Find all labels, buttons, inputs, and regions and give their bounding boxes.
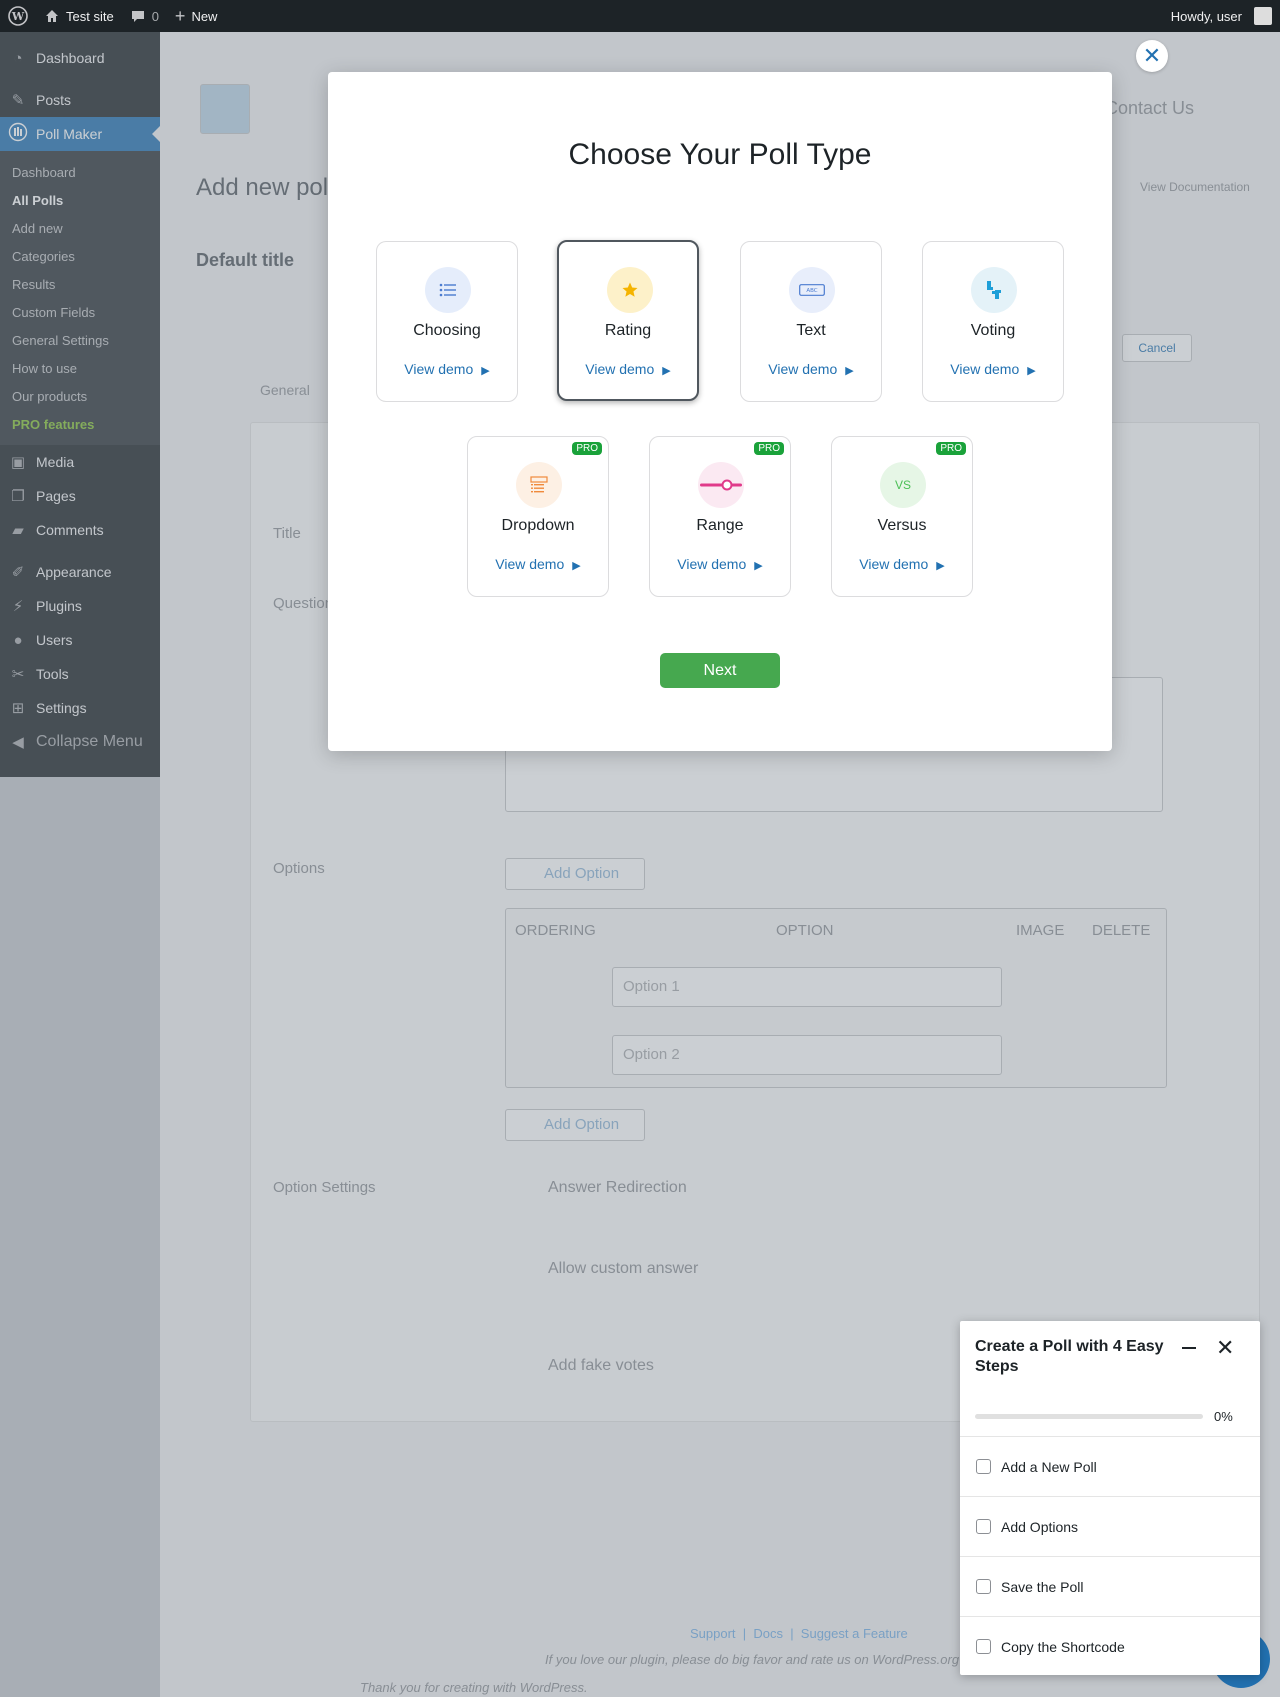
step-label: Add a New Poll — [1001, 1458, 1097, 1475]
poll-type-dropdown[interactable]: PRO Dropdown View demo ▶ — [467, 436, 609, 597]
poll-type-voting[interactable]: Voting View demo ▶ — [922, 241, 1064, 402]
new-content-link[interactable]: + New — [167, 0, 226, 32]
onboarding-steps-panel: Create a Poll with 4 Easy Steps ✕ 0% Add… — [960, 1321, 1260, 1675]
view-demo-label: View demo — [950, 361, 1020, 377]
comment-bubble-icon — [131, 11, 144, 22]
close-icon[interactable]: ✕ — [1216, 1335, 1234, 1361]
step-checkbox[interactable] — [976, 1519, 991, 1534]
site-name: Test site — [66, 8, 114, 24]
wordpress-logo-icon[interactable]: W — [0, 0, 36, 32]
progress-percent: 0% — [1214, 1409, 1233, 1424]
card-name: Dropdown — [501, 517, 575, 534]
view-demo-label: View demo — [677, 556, 747, 572]
account-menu[interactable]: Howdy, user — [1163, 0, 1280, 32]
view-demo-link[interactable]: View demo ▶ — [468, 556, 608, 572]
play-icon: ▶ — [481, 365, 490, 377]
list-icon — [425, 267, 471, 313]
view-demo-link[interactable]: View demo ▶ — [741, 361, 881, 377]
modal-title: Choose Your Poll Type — [568, 138, 872, 171]
next-button[interactable]: Next — [660, 653, 780, 688]
poll-type-modal: Choose Your Poll Type Choosing View demo… — [328, 72, 1112, 751]
view-demo-link[interactable]: View demo ▶ — [923, 361, 1063, 377]
card-name: Text — [796, 322, 826, 339]
poll-type-versus[interactable]: PRO VS Versus View demo ▶ — [831, 436, 973, 597]
step-add-options[interactable]: Add Options — [960, 1496, 1260, 1556]
minimize-icon[interactable] — [1182, 1347, 1196, 1349]
play-icon: ▶ — [845, 365, 854, 377]
pro-badge: PRO — [572, 442, 602, 455]
view-demo-label: View demo — [859, 556, 929, 572]
step-label: Copy the Shortcode — [1001, 1638, 1125, 1655]
play-icon: ▶ — [662, 365, 671, 377]
view-demo-label: View demo — [768, 361, 838, 377]
step-save-poll[interactable]: Save the Poll — [960, 1556, 1260, 1616]
versus-text: VS — [894, 478, 911, 492]
dropdown-icon — [516, 462, 562, 508]
progress-bar — [975, 1414, 1203, 1419]
card-name: Rating — [604, 322, 652, 339]
poll-type-choosing[interactable]: Choosing View demo ▶ — [376, 241, 518, 402]
step-checkbox[interactable] — [976, 1579, 991, 1594]
text-field-icon: ABC — [789, 267, 835, 313]
step-add-new-poll[interactable]: Add a New Poll — [960, 1436, 1260, 1496]
step-checkbox[interactable] — [976, 1639, 991, 1654]
admin-bar: W Test site 0 + New Howdy, user — [0, 0, 1280, 32]
step-label: Add Options — [1001, 1518, 1079, 1535]
pro-badge: PRO — [936, 442, 966, 455]
home-icon — [46, 10, 58, 22]
card-name: Range — [696, 517, 744, 534]
poll-type-rating[interactable]: Rating View demo ▶ — [557, 240, 699, 401]
thumbs-icon — [971, 267, 1017, 313]
play-icon: ▶ — [936, 560, 945, 572]
play-icon: ▶ — [754, 560, 763, 572]
new-label: New — [191, 8, 218, 24]
card-name: Versus — [877, 517, 927, 534]
poll-type-text[interactable]: ABC Text View demo ▶ — [740, 241, 882, 402]
avatar — [1254, 7, 1272, 25]
step-copy-shortcode[interactable]: Copy the Shortcode — [960, 1616, 1260, 1676]
steps-title: Create a Poll with 4 Easy Steps — [975, 1338, 1164, 1375]
site-name-link[interactable]: Test site — [36, 0, 122, 32]
view-demo-link[interactable]: View demo ▶ — [559, 361, 697, 377]
close-icon: ✕ — [1142, 43, 1162, 68]
view-demo-label: View demo — [495, 556, 565, 572]
view-demo-label: View demo — [404, 361, 474, 377]
view-demo-link[interactable]: View demo ▶ — [377, 361, 517, 377]
pro-badge: PRO — [754, 442, 784, 455]
play-icon: ▶ — [572, 560, 581, 572]
slider-icon — [698, 462, 744, 508]
svg-text:W: W — [11, 10, 25, 23]
poll-type-range[interactable]: PRO Range View demo ▶ — [649, 436, 791, 597]
play-icon: ▶ — [1027, 365, 1036, 377]
star-icon — [607, 267, 653, 313]
card-name: Choosing — [413, 322, 481, 339]
view-demo-link[interactable]: View demo ▶ — [832, 556, 972, 572]
step-label: Save the Poll — [1001, 1578, 1084, 1595]
plus-icon: + — [174, 5, 186, 26]
step-checkbox[interactable] — [976, 1459, 991, 1474]
comments-link[interactable]: 0 — [122, 0, 167, 32]
card-name: Voting — [970, 322, 1016, 339]
howdy-text: Howdy, user — [1170, 8, 1242, 24]
versus-icon: VS — [880, 462, 926, 508]
modal-close-button[interactable]: ✕ — [1136, 40, 1168, 72]
view-demo-link[interactable]: View demo ▶ — [650, 556, 790, 572]
svg-text:ABC: ABC — [806, 288, 817, 294]
view-demo-label: View demo — [585, 361, 655, 377]
comments-count: 0 — [151, 8, 159, 24]
